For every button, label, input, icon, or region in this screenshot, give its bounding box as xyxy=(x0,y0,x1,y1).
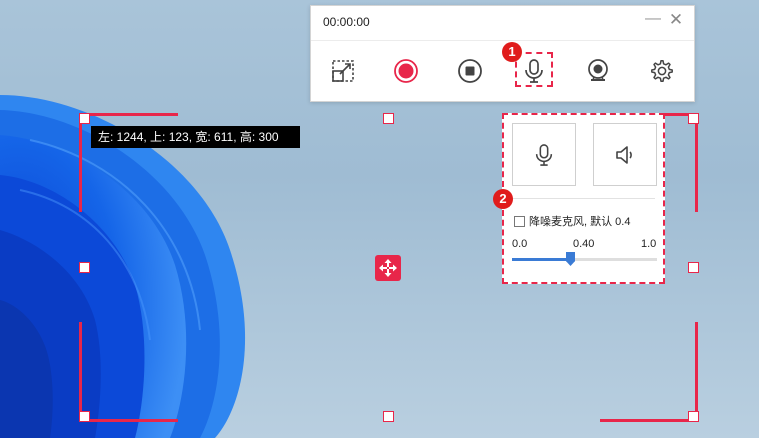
noise-reduction-label: 降噪麦克风, 默认 0.4 xyxy=(529,216,631,228)
resize-handle-top[interactable] xyxy=(383,113,394,124)
speaker-icon xyxy=(616,145,632,164)
audio-settings-panel: 降噪麦克风, 默认 0.4 0.0 0.40 1.0 xyxy=(502,113,665,284)
stop-icon xyxy=(458,59,482,83)
microphone-icon xyxy=(535,143,553,166)
step-badge-1: 1 xyxy=(502,42,522,62)
stop-button[interactable] xyxy=(455,56,485,86)
settings-button[interactable] xyxy=(647,56,677,86)
resize-handle-bottom-left[interactable] xyxy=(79,411,90,422)
move-selection-button[interactable] xyxy=(375,255,401,281)
record-icon xyxy=(394,59,418,83)
resize-handle-top-right[interactable] xyxy=(688,113,699,124)
minimize-button[interactable]: — xyxy=(645,10,661,30)
slider-value-label: 0.40 xyxy=(573,238,595,250)
step-badge-2: 2 xyxy=(493,189,513,209)
selection-corner-bl-v xyxy=(79,322,82,422)
resize-handle-bottom-right[interactable] xyxy=(688,411,699,422)
noise-reduction-slider-thumb[interactable] xyxy=(566,252,575,266)
webcam-button[interactable] xyxy=(583,56,613,86)
slider-min-label: 0.0 xyxy=(512,238,528,250)
settings-gear-icon xyxy=(651,60,673,82)
noise-reduction-slider-fill xyxy=(512,258,570,261)
toolbar-divider xyxy=(311,40,694,41)
move-arrows-icon xyxy=(379,259,397,277)
selection-corner-tl-v xyxy=(79,113,82,212)
resize-handle-left[interactable] xyxy=(79,262,90,273)
noise-reduction-slider-track[interactable] xyxy=(512,252,657,266)
webcam-icon xyxy=(588,59,608,81)
slider-max-label: 1.0 xyxy=(641,238,657,250)
microphone-highlight-box xyxy=(515,52,553,87)
noise-reduction-row: 降噪麦克风, 默认 0.4 xyxy=(514,213,630,229)
close-icon: ✕ xyxy=(668,10,684,29)
minimize-icon: — xyxy=(645,10,661,27)
selection-corner-br-h xyxy=(600,419,698,422)
selection-corner-tr-v xyxy=(695,113,698,212)
region-select-icon xyxy=(332,60,354,82)
selection-coords-label: 左: 1244, 上: 123, 宽: 611, 高: 300 xyxy=(91,126,300,148)
speaker-source-card[interactable] xyxy=(593,123,657,186)
region-select-button[interactable] xyxy=(328,56,358,86)
recording-timer: 00:00:00 xyxy=(323,15,370,29)
wallpaper-bloom xyxy=(0,95,246,438)
resize-handle-right[interactable] xyxy=(688,262,699,273)
record-button[interactable] xyxy=(391,56,421,86)
selection-corner-tl-h xyxy=(79,113,178,116)
selection-corner-bl-h xyxy=(79,419,178,422)
panel-divider xyxy=(512,198,655,199)
resize-handle-top-left[interactable] xyxy=(79,113,90,124)
noise-reduction-checkbox[interactable] xyxy=(514,215,525,227)
close-button[interactable]: ✕ xyxy=(668,10,684,30)
microphone-source-card[interactable] xyxy=(512,123,576,186)
selection-corner-br-v xyxy=(695,322,698,422)
resize-handle-bottom[interactable] xyxy=(383,411,394,422)
